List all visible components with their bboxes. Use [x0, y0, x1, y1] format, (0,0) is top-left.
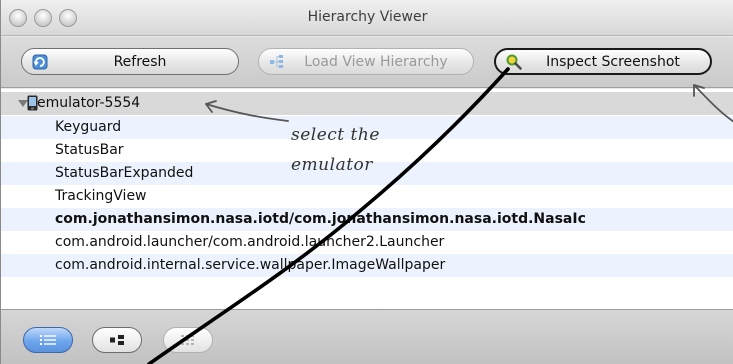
window-label: TrackingView [55, 188, 147, 204]
window-label: com.jonathansimon.nasa.iotd/com.jonathan… [55, 211, 586, 227]
window-list-item[interactable]: com.android.launcher/com.android.launche… [1, 231, 733, 254]
window-list-item[interactable]: com.android.internal.service.wallpaper.I… [1, 254, 733, 277]
annotation-text-line2: emulator [291, 155, 373, 175]
window-list-item[interactable]: com.jonathansimon.nasa.iotd/com.jonathan… [1, 208, 733, 231]
title-bar: Hierarchy Viewer [1, 0, 733, 36]
annotation-text-line1: select the [291, 125, 380, 145]
window-label: com.android.launcher/com.android.launche… [55, 234, 445, 250]
view-mode-bar [1, 309, 733, 364]
window-label: StatusBarExpanded [55, 165, 194, 181]
device-row-emulator[interactable]: emulator-5554 [1, 92, 733, 115]
window-label: StatusBar [55, 142, 124, 158]
window-list-item[interactable]: TrackingView [1, 185, 733, 208]
hierarchy-tree-icon [269, 54, 285, 70]
list-icon [39, 331, 57, 350]
refresh-button[interactable]: Refresh [21, 48, 239, 75]
list-view-button[interactable] [23, 327, 73, 353]
pixel-perfect-button[interactable] [163, 327, 213, 353]
toolbar: Refresh Load View Hierarchy Inspect Scre… [1, 37, 733, 88]
device-window-list: emulator-5554 Keyguard StatusBar StatusB… [1, 89, 733, 309]
hierarchy-viewer-window: Hierarchy Viewer Refresh Load View Hiera… [0, 0, 733, 364]
device-name: emulator-5554 [37, 95, 141, 111]
inspect-screenshot-button[interactable]: Inspect Screenshot [494, 48, 712, 75]
load-view-hierarchy-button[interactable]: Load View Hierarchy [258, 48, 474, 75]
magnifier-icon [506, 54, 522, 70]
empty-row [1, 277, 733, 300]
grid-icon [179, 331, 197, 350]
inspect-screenshot-label: Inspect Screenshot [546, 53, 680, 70]
load-view-hierarchy-label: Load View Hierarchy [304, 53, 448, 70]
window-label: Keyguard [55, 119, 122, 135]
tree-icon [108, 331, 126, 350]
refresh-label: Refresh [113, 53, 167, 70]
refresh-icon [32, 54, 48, 70]
tree-view-button[interactable] [92, 327, 142, 353]
window-title: Hierarchy Viewer [307, 9, 428, 25]
window-label: com.android.internal.service.wallpaper.I… [55, 257, 446, 273]
